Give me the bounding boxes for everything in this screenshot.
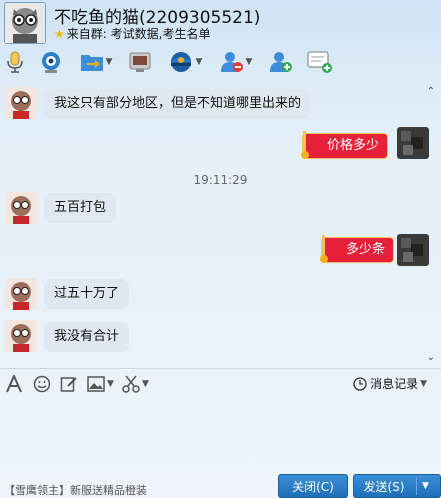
self-avatar[interactable] <box>397 127 429 159</box>
star-icon: ★ <box>54 27 65 41</box>
chevron-down-icon[interactable]: ▼ <box>196 57 203 67</box>
chevron-down-icon[interactable]: ▼ <box>106 57 113 67</box>
message-add-icon[interactable] <box>306 46 334 78</box>
scissors-icon <box>122 375 140 393</box>
chevron-down-icon: ▼ <box>420 378 427 389</box>
send-button-label: 发送(S) <box>363 479 405 494</box>
transfer-file-button[interactable]: ▼ <box>76 46 116 78</box>
chat-history[interactable]: ⌃ 我这只有部分地区，但是不知道哪里出来的 价格多少 19:11:29 五百打包… <box>0 82 441 368</box>
image-icon <box>87 376 105 392</box>
send-divider <box>416 477 417 495</box>
chevron-down-icon[interactable]: ▼ <box>107 379 114 389</box>
scroll-down-icon[interactable]: ⌄ <box>427 352 435 363</box>
app-button[interactable]: ▼ <box>163 46 207 78</box>
transfer-file-icon <box>80 55 103 71</box>
clock-icon <box>353 376 367 391</box>
bubble-decoration-icon <box>299 131 311 170</box>
remote-desktop-icon[interactable] <box>128 46 152 78</box>
voice-icon[interactable] <box>4 46 26 78</box>
group-source-name[interactable]: 考试数据,考生名单 <box>111 27 211 41</box>
input-toolbar: ▼ ▼ 消息记录 ▼ <box>0 368 441 399</box>
chevron-down-icon[interactable]: ▼ <box>142 379 149 389</box>
message-bubble-self[interactable]: 多少条 <box>320 235 395 263</box>
remove-user-button[interactable]: ▼ <box>215 46 257 78</box>
promo-link[interactable]: 【雪鹰领主】新服送精品橙装 <box>4 482 147 498</box>
image-button[interactable]: ▼ <box>87 374 114 394</box>
message-input[interactable] <box>0 398 441 470</box>
chat-header: 不吃鱼的猫(2209305521) ★ 来自群: 考试数据,考生名单 ▼ ▼ ▼ <box>0 0 441 82</box>
add-user-icon[interactable] <box>268 46 294 78</box>
contact-avatar[interactable] <box>4 2 46 44</box>
close-button[interactable]: 关闭(C) <box>278 474 348 498</box>
message-bubble[interactable]: 五百打包 <box>44 193 117 223</box>
group-source-prefix: 来自群: <box>66 27 107 41</box>
message-text: 价格多少 <box>327 138 380 153</box>
sender-avatar[interactable] <box>5 278 37 310</box>
chevron-down-icon[interactable]: ▼ <box>246 57 253 67</box>
emoji-icon[interactable] <box>33 374 51 394</box>
remove-user-icon <box>220 52 243 72</box>
message-history-button[interactable]: 消息记录 ▼ <box>353 375 427 392</box>
bubble-decoration-icon <box>318 235 330 274</box>
edit-icon[interactable] <box>60 374 78 394</box>
message-bubble[interactable]: 我这只有部分地区，但是不知道哪里出来的 <box>44 89 312 119</box>
self-avatar[interactable] <box>397 234 429 266</box>
send-options-chevron-icon[interactable]: ▼ <box>422 481 429 491</box>
timestamp: 19:11:29 <box>193 173 248 187</box>
message-bubble[interactable]: 我没有合计 <box>44 322 130 352</box>
screenshot-button[interactable]: ▼ <box>122 374 149 394</box>
app-icon <box>170 52 191 72</box>
font-icon[interactable] <box>6 374 22 394</box>
scroll-up-icon[interactable]: ⌃ <box>427 86 435 97</box>
video-icon[interactable] <box>38 46 64 78</box>
message-history-label: 消息记录 <box>370 377 419 391</box>
message-text: 多少条 <box>346 242 386 257</box>
chat-footer: 【雪鹰领主】新服送精品橙装 关闭(C) 发送(S) ▼ <box>0 470 441 498</box>
send-button[interactable]: 发送(S) ▼ <box>353 474 441 498</box>
message-bubble[interactable]: 过五十万了 <box>44 279 130 309</box>
sender-avatar[interactable] <box>5 87 37 119</box>
sender-avatar[interactable] <box>5 192 37 224</box>
group-source: ★ 来自群: 考试数据,考生名单 <box>54 25 210 42</box>
sender-avatar[interactable] <box>5 320 37 352</box>
message-bubble-self[interactable]: 价格多少 <box>301 131 389 159</box>
chat-toolbar: ▼ ▼ ▼ <box>0 46 441 78</box>
